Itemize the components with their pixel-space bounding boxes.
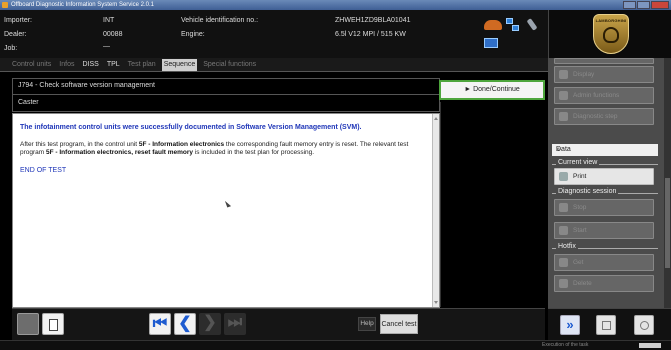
sidebar-button-cut[interactable] — [554, 58, 654, 64]
forward-button[interactable]: » — [560, 315, 580, 335]
hotfix-label: Hotfix — [556, 243, 578, 250]
next-step-button[interactable]: ❯ — [199, 313, 221, 335]
display-button[interactable]: Display — [554, 66, 654, 83]
tab-sequence[interactable]: Sequence — [161, 58, 198, 71]
document-icon — [49, 319, 58, 331]
window-controls — [623, 1, 669, 9]
settings-button[interactable] — [634, 315, 654, 335]
print-button[interactable]: Print — [554, 168, 654, 185]
network-icon[interactable] — [506, 18, 520, 32]
test-title: J794 - Check software version management — [18, 82, 155, 89]
skip-last-icon: ⏭ — [227, 314, 243, 331]
tab-tpl[interactable]: TPL — [105, 59, 122, 71]
stop-icon — [559, 203, 568, 212]
tab-control-units[interactable]: Control units — [10, 59, 53, 71]
main-tabs: Control units Infos DISS TPL Test plan S… — [0, 58, 548, 72]
tab-diss[interactable]: DISS — [80, 59, 100, 71]
diagnostic-step-button[interactable]: Diagnostic step — [554, 108, 654, 125]
first-step-button[interactable]: ⏮ — [149, 313, 171, 335]
test-title-bar: J794 - Check software version management — [12, 78, 440, 95]
chevron-right-icon: ❯ — [203, 314, 217, 331]
job-value: — — [103, 43, 110, 50]
tab-special-functions[interactable]: Special functions — [201, 59, 258, 71]
importer-value: INT — [103, 17, 115, 24]
brand-logo-area: LAMBORGHINI — [548, 10, 671, 58]
test-subtitle: Caster — [18, 99, 39, 106]
test-subtitle-bar: Caster — [12, 95, 440, 112]
sidebar-footer: » — [548, 308, 671, 340]
engine-value: 6.5l V12 MPI / 515 KW — [335, 31, 406, 38]
status-progress-bar — [639, 343, 661, 348]
minimize-button[interactable] — [623, 1, 636, 9]
download-icon — [559, 258, 568, 267]
start-icon — [559, 226, 568, 235]
vin-value: ZHWEH1ZD9BLA01041 — [335, 17, 411, 24]
collapse-chevron-icon[interactable]: » — [556, 146, 655, 153]
grid-button[interactable] — [596, 315, 616, 335]
diagnostic-start-button[interactable]: Start — [554, 222, 654, 239]
plug-icon[interactable] — [523, 15, 542, 34]
admin-functions-button[interactable]: Admin functions — [554, 87, 654, 104]
tab-infos[interactable]: Infos — [57, 59, 76, 71]
sequence-footer: ⏮ ❮ ❯ ⏭ Help Cancel test — [12, 308, 545, 340]
chevron-left-icon: ❮ — [178, 315, 192, 332]
done-continue-button[interactable]: ► Done/Continue — [439, 80, 545, 100]
hotfix-get-button[interactable]: Get — [554, 254, 654, 271]
data-section-header[interactable]: Data » — [552, 144, 658, 156]
importer-label: Importer: — [4, 17, 33, 24]
printer-icon — [559, 172, 568, 181]
status-bar: Execution of the task — [0, 340, 671, 350]
window-title: Offboard Diagnostic Information System S… — [11, 2, 154, 8]
close-button[interactable] — [651, 1, 669, 9]
scroll-down-icon[interactable] — [434, 301, 438, 306]
test-content-panel: The infotainment control units were succ… — [12, 113, 440, 308]
diagnostic-session-label: Diagnostic session — [556, 188, 619, 195]
gear-icon — [640, 321, 649, 330]
sidebar-scroll-thumb[interactable] — [665, 178, 670, 268]
end-of-test-label: END OF TEST — [20, 167, 67, 174]
job-label: Job: — [4, 45, 18, 52]
vin-label: Vehicle identification no.: — [181, 17, 259, 24]
diagnostic-stop-button[interactable]: Stop — [554, 199, 654, 216]
right-empty-panel — [440, 102, 544, 307]
double-chevron-right-icon: » — [566, 317, 574, 332]
delete-icon — [559, 279, 568, 288]
diagnostic-step-icon — [559, 112, 568, 121]
dealer-value: 00088 — [103, 31, 123, 38]
status-text: Execution of the task — [542, 342, 589, 348]
window-titlebar: Offboard Diagnostic Information System S… — [0, 0, 671, 10]
scroll-up-icon[interactable] — [434, 115, 438, 120]
car-icon[interactable] — [484, 20, 502, 30]
current-view-label: Current view — [556, 159, 600, 166]
status-icons — [482, 18, 548, 48]
display-icon — [559, 70, 568, 79]
tab-test-plan[interactable]: Test plan — [126, 59, 158, 71]
success-message: The infotainment control units were succ… — [20, 124, 362, 131]
vas-interface-icon[interactable] — [484, 38, 498, 48]
dealer-label: Dealer: — [4, 31, 27, 38]
last-step-button[interactable]: ⏭ — [224, 313, 246, 335]
app-icon — [2, 2, 8, 8]
lamborghini-logo: LAMBORGHINI — [593, 14, 629, 54]
admin-icon — [559, 91, 568, 100]
maximize-button[interactable] — [637, 1, 650, 9]
function-sidebar: Display Admin functions Diagnostic step … — [548, 58, 671, 340]
engine-label: Engine: — [181, 31, 205, 38]
previous-step-button[interactable]: ❮ — [174, 313, 196, 335]
sidebar-scrollbar[interactable] — [664, 58, 671, 308]
help-button[interactable]: Help — [358, 317, 376, 331]
bull-emblem-icon — [603, 27, 619, 43]
cancel-test-button[interactable]: Cancel test — [380, 314, 418, 334]
grid-icon — [602, 321, 611, 330]
content-scrollbar[interactable] — [432, 114, 439, 307]
hotfix-delete-button[interactable]: Delete — [554, 275, 654, 292]
blank-button[interactable] — [17, 313, 39, 335]
vehicle-header: Importer: INT Dealer: 00088 Job: — Vehic… — [0, 10, 548, 58]
skip-first-icon: ⏮ — [152, 315, 168, 332]
instruction-text: After this test program, in the control … — [20, 141, 409, 156]
document-button[interactable] — [42, 313, 64, 335]
